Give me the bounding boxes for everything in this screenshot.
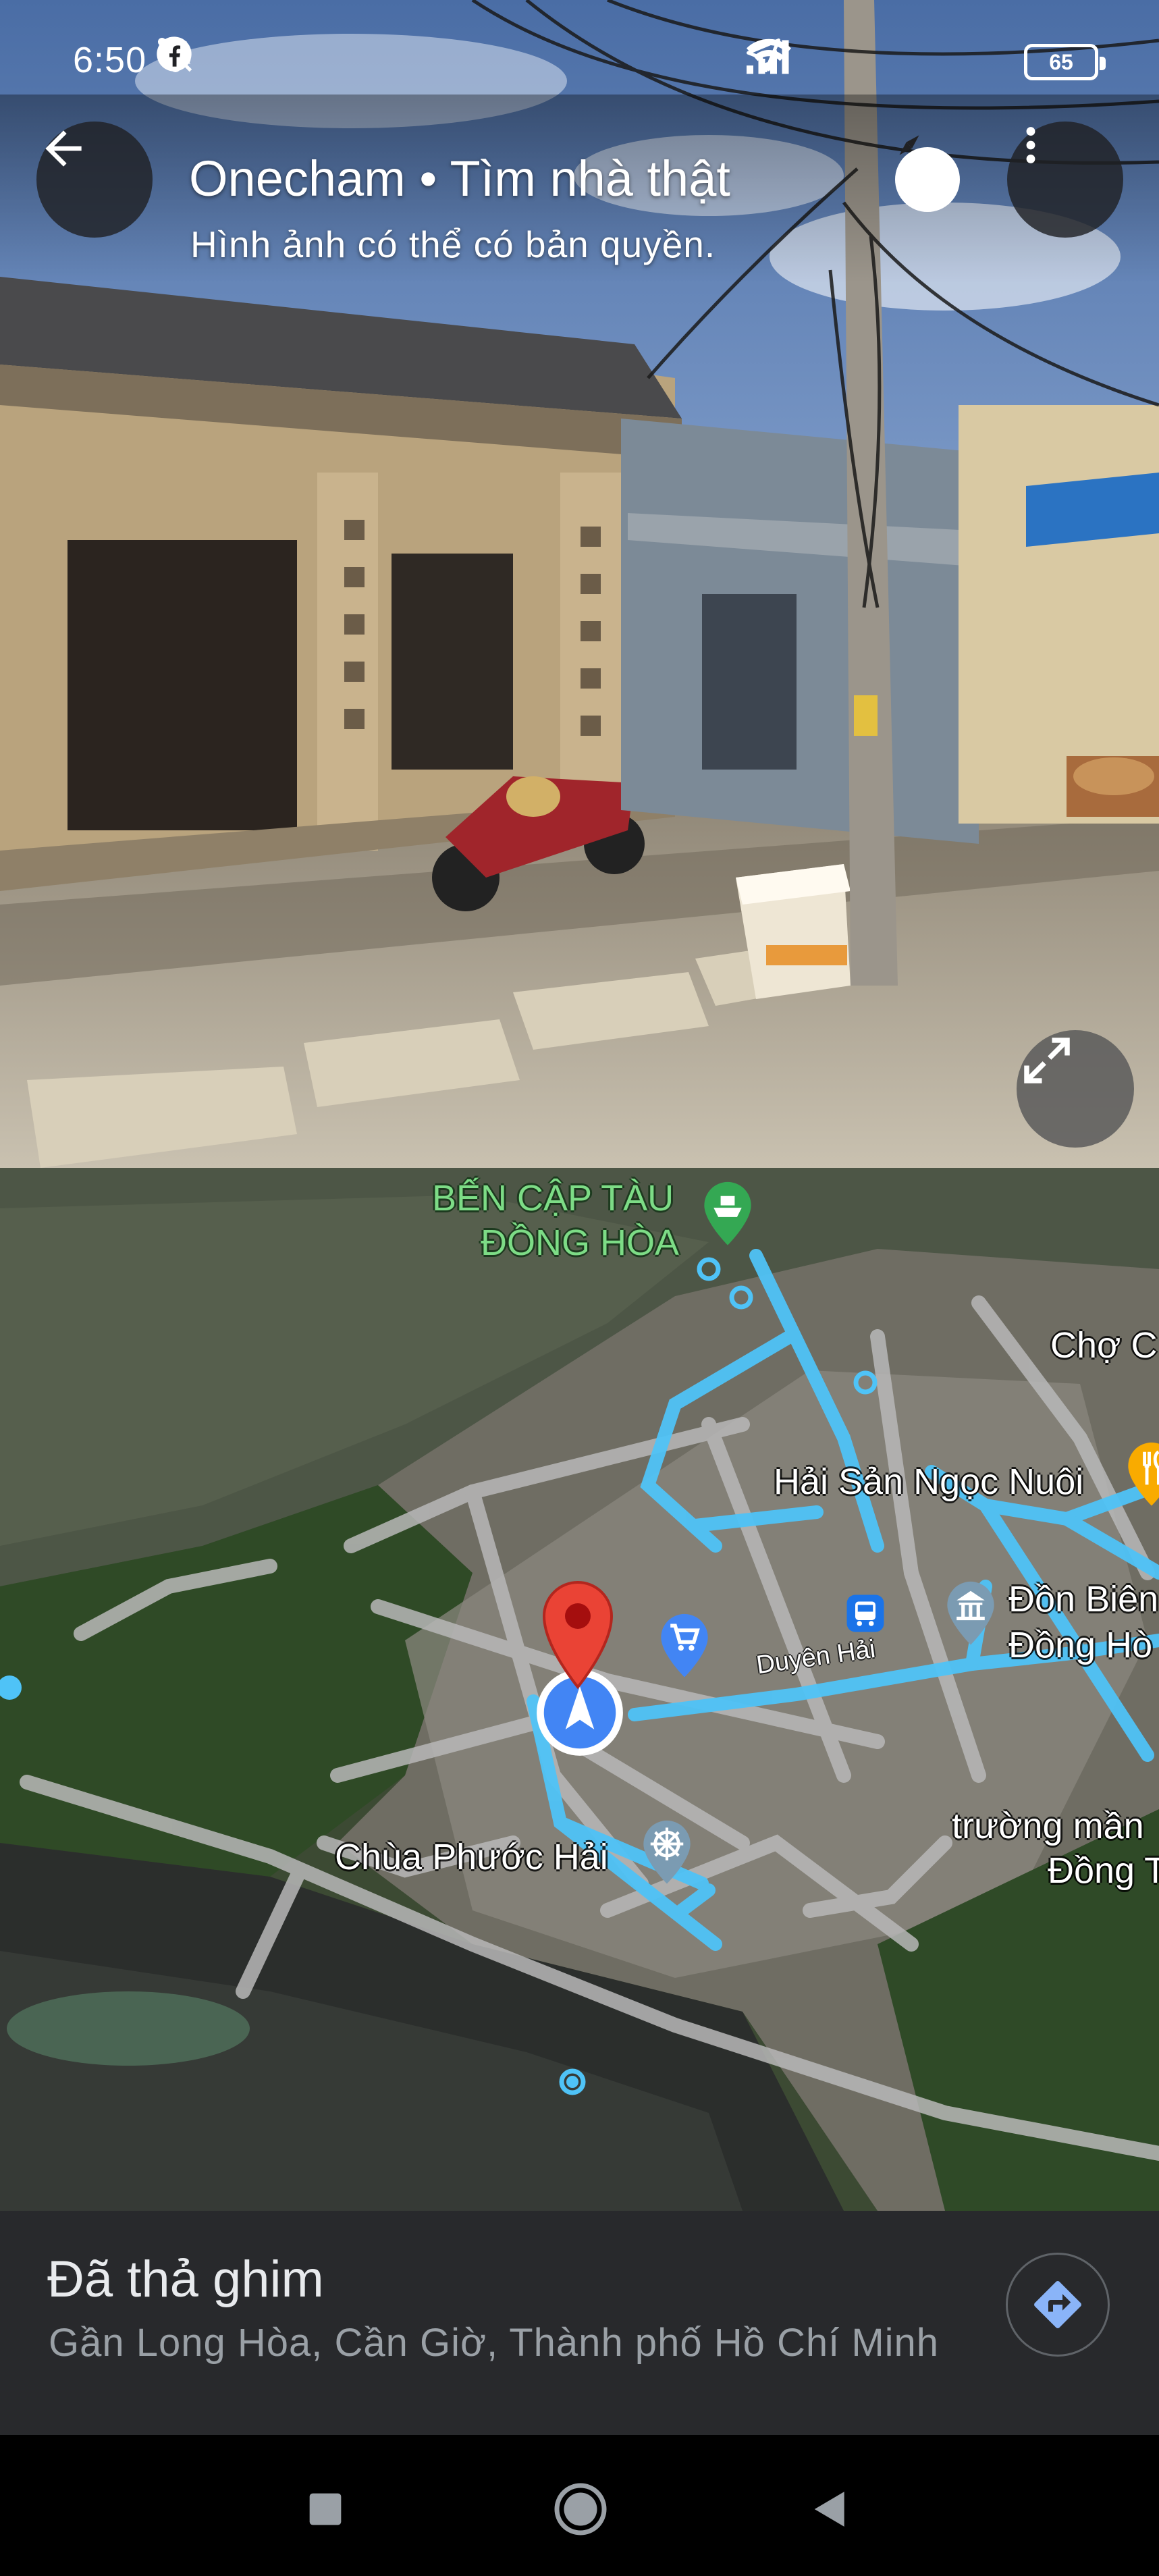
dropped-pin-icon[interactable] xyxy=(537,1576,618,1694)
satellite-map[interactable]: BẾN CẬP TÀU ĐỒNG HÒA Chợ C Hải Sản Ngọc … xyxy=(0,1168,1159,2211)
place-sheet[interactable]: Đã thả ghim Gần Long Hòa, Cần Giờ, Thành… xyxy=(0,2211,1159,2435)
restaurant-poi-icon[interactable] xyxy=(1123,1438,1159,1511)
status-time: 6:50 xyxy=(73,40,147,80)
street-view-title: Onecham • Tìm nhà thật xyxy=(189,151,730,207)
street-view-subtitle: Hình ảnh có thể có bản quyền. xyxy=(190,223,716,265)
ferry-terminal-label-line2: ĐỒNG HÒA xyxy=(481,1223,680,1263)
arrow-back-icon xyxy=(45,130,82,167)
place-title: Đã thả ghim xyxy=(47,2251,324,2308)
google-maps-app: 6:50 65 Onecham • Tìm nhà thật Hình ảnh … xyxy=(0,0,1159,2576)
fullscreen-icon xyxy=(1024,1038,1070,1083)
more-vert-icon xyxy=(1026,127,1035,163)
system-navigation-bar xyxy=(0,2435,1159,2576)
border-post-label-line1: Đồn Biên xyxy=(1008,1579,1159,1619)
square-icon xyxy=(309,2493,342,2525)
home-button[interactable] xyxy=(533,2462,628,2556)
circle-icon xyxy=(554,2483,607,2535)
shopping-poi-icon[interactable] xyxy=(656,1609,713,1683)
trash-icon xyxy=(161,38,320,82)
signal-icon xyxy=(747,40,858,82)
border-post-label-line2: Đồng Hò xyxy=(1008,1625,1153,1665)
status-bar: 6:50 65 xyxy=(0,0,1159,95)
signal-icon xyxy=(747,40,932,82)
pagoda-poi-icon[interactable] xyxy=(639,1816,695,1889)
bus-stop-icon[interactable] xyxy=(845,1593,886,1637)
expand-button[interactable] xyxy=(1017,1030,1134,1148)
compass-button[interactable] xyxy=(886,122,969,238)
market-label: Chợ C xyxy=(1050,1325,1158,1366)
recents-button[interactable] xyxy=(278,2462,373,2556)
pagoda-label: Chùa Phước Hải xyxy=(335,1837,608,1877)
government-building-poi-icon[interactable] xyxy=(942,1577,999,1651)
compass-icon xyxy=(895,135,960,212)
ferry-terminal-label-line1: BẾN CẬP TÀU xyxy=(432,1178,674,1218)
street-view-panel[interactable]: 6:50 65 Onecham • Tìm nhà thật Hình ảnh … xyxy=(0,0,1159,1168)
school-label-line1: trường mần xyxy=(952,1806,1144,1846)
directions-button[interactable] xyxy=(1006,2253,1110,2357)
back-button[interactable] xyxy=(36,122,153,238)
battery-level: 65 xyxy=(1049,49,1073,74)
school-label-line2: Đồng T xyxy=(1048,1850,1159,1891)
battery-icon: 65 xyxy=(1024,44,1106,80)
dot-icon xyxy=(158,38,444,82)
place-address: Gần Long Hòa, Cần Giờ, Thành phố Hồ Chí … xyxy=(49,2321,940,2365)
more-options-button[interactable] xyxy=(1007,122,1123,238)
wifi-icon xyxy=(747,38,1004,82)
back-nav-button[interactable] xyxy=(783,2462,878,2556)
ferry-poi-icon[interactable] xyxy=(699,1177,756,1251)
seafood-restaurant-label: Hải Sản Ngọc Nuôi xyxy=(774,1461,1084,1502)
triangle-back-icon xyxy=(814,2492,844,2527)
facebook-icon xyxy=(157,36,382,82)
cloud-icon xyxy=(161,42,258,82)
directions-icon xyxy=(1034,2281,1081,2328)
